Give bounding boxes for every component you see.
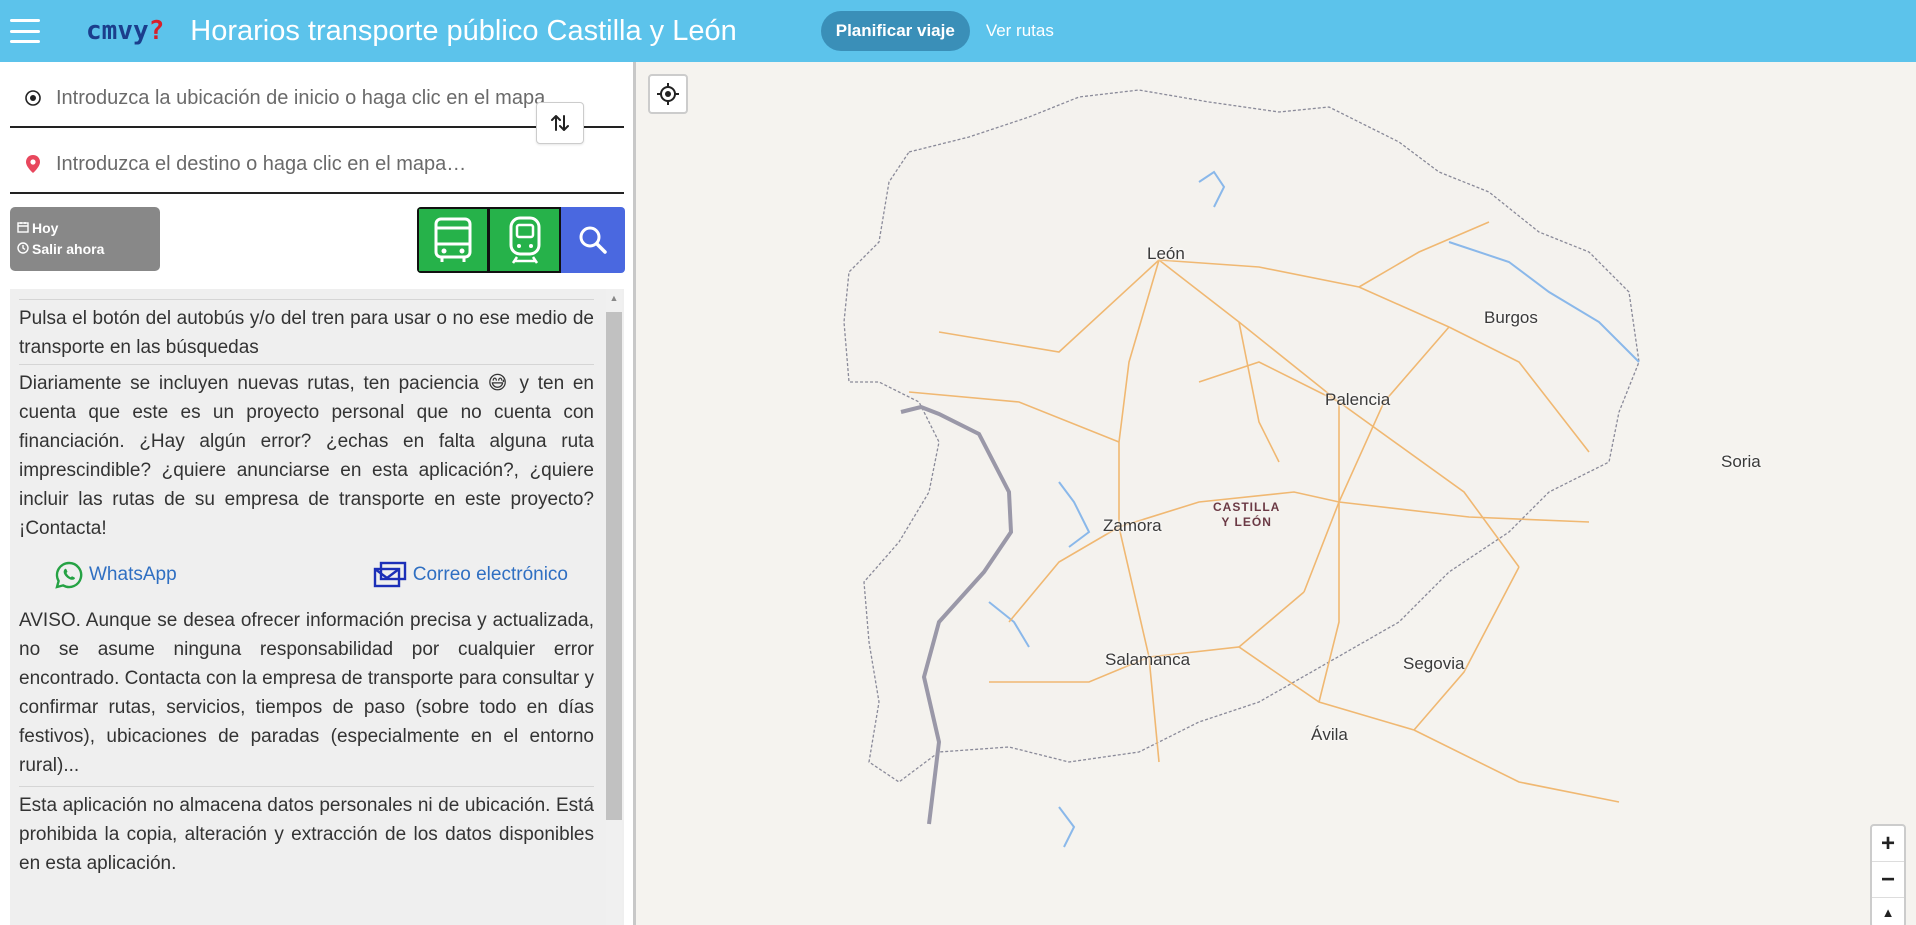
calendar-icon xyxy=(17,218,29,239)
menu-icon[interactable] xyxy=(10,19,40,43)
search-button[interactable] xyxy=(561,207,625,273)
search-icon xyxy=(579,226,607,254)
info-scrollbar[interactable]: ▲ xyxy=(606,289,622,925)
zoom-control: + − ▲ xyxy=(1870,824,1906,925)
mode-tip-text: Pulsa el botón del autobús y/o del tren … xyxy=(19,308,594,358)
locate-me-button[interactable] xyxy=(648,74,688,114)
email-label: Correo electrónico xyxy=(412,564,568,585)
whatsapp-icon xyxy=(55,561,83,589)
contact-links: WhatsApp Correo electrónico xyxy=(19,543,594,606)
city-label-soria: Soria xyxy=(1721,452,1761,471)
origin-field xyxy=(10,70,624,128)
departure-time-label: Salir ahora xyxy=(32,241,105,257)
crosshair-icon xyxy=(657,83,679,105)
region-label: CASTILLA Y LEÓN xyxy=(1213,500,1280,530)
city-label-salamanca: Salamanca xyxy=(1105,650,1191,669)
news-text-start: Diariamente se incluyen nuevas rutas, te… xyxy=(19,373,479,394)
sidebar: Hoy Salir ahora Pulsa el botón del autob… xyxy=(0,62,636,925)
nav-plan-trip-button[interactable]: Planificar viaje xyxy=(820,11,970,51)
transport-mode-toggles xyxy=(417,207,625,273)
news-text: Diariamente se incluyen nuevas rutas, te… xyxy=(19,369,594,543)
compass-icon[interactable]: ▲ xyxy=(1872,898,1904,925)
region-label-line2: Y LEÓN xyxy=(1221,515,1272,529)
email-icon xyxy=(373,561,406,587)
info-panel: Pulsa el botón del autobús y/o del tren … xyxy=(10,289,624,925)
city-label-palencia: Palencia xyxy=(1325,390,1391,409)
map-canvas xyxy=(843,89,1640,848)
news-text-end: y ten en cuenta que este es un proyecto … xyxy=(19,373,594,539)
origin-icon xyxy=(10,89,56,107)
zoom-in-button[interactable]: + xyxy=(1872,826,1904,862)
logo-part-cm: cm xyxy=(86,16,118,46)
whatsapp-label: WhatsApp xyxy=(89,564,177,585)
zoom-out-button[interactable]: − xyxy=(1872,862,1904,898)
privacy-text: Esta aplicación no almacena datos person… xyxy=(19,795,594,874)
scroll-up-arrow-icon[interactable]: ▲ xyxy=(606,289,622,307)
departure-date-label: Hoy xyxy=(32,220,59,236)
nav-view-routes-link[interactable]: Ver rutas xyxy=(986,21,1054,41)
bus-toggle-button[interactable] xyxy=(417,207,489,273)
bus-icon xyxy=(434,217,472,262)
city-label-leon: León xyxy=(1147,244,1185,263)
logo-part-vy: vy xyxy=(117,16,149,46)
city-label-zamora: Zamora xyxy=(1103,516,1162,535)
map-view[interactable]: León Burgos Palencia Soria Zamora Salama… xyxy=(639,62,1916,925)
disclaimer-text: AVISO. Aunque se desea ofrecer informaci… xyxy=(19,610,594,776)
destination-field xyxy=(10,136,624,194)
sweat-smile-emoji: 😅 xyxy=(487,373,511,394)
destination-pin-icon xyxy=(10,155,56,173)
app-title: Horarios transporte público Castilla y L… xyxy=(190,14,737,47)
clock-icon xyxy=(17,239,29,260)
logo-part-question: ? xyxy=(148,16,165,46)
top-bar: cmvy? Horarios transporte público Castil… xyxy=(0,0,1916,62)
city-label-segovia: Segovia xyxy=(1403,654,1465,673)
whatsapp-link[interactable]: WhatsApp xyxy=(55,560,177,589)
logo[interactable]: cmvy? xyxy=(86,16,164,46)
train-toggle-button[interactable] xyxy=(489,207,561,273)
origin-input[interactable] xyxy=(56,86,596,110)
destination-input[interactable] xyxy=(56,152,596,176)
city-label-avila: Ávila xyxy=(1311,725,1348,744)
swap-icon xyxy=(551,115,569,131)
city-label-burgos: Burgos xyxy=(1484,308,1538,327)
region-label-line1: CASTILLA xyxy=(1213,500,1281,514)
train-icon xyxy=(509,216,540,264)
email-link[interactable]: Correo electrónico xyxy=(373,560,568,589)
departure-time-button[interactable]: Hoy Salir ahora xyxy=(10,207,160,271)
scrollbar-thumb[interactable] xyxy=(606,312,622,820)
